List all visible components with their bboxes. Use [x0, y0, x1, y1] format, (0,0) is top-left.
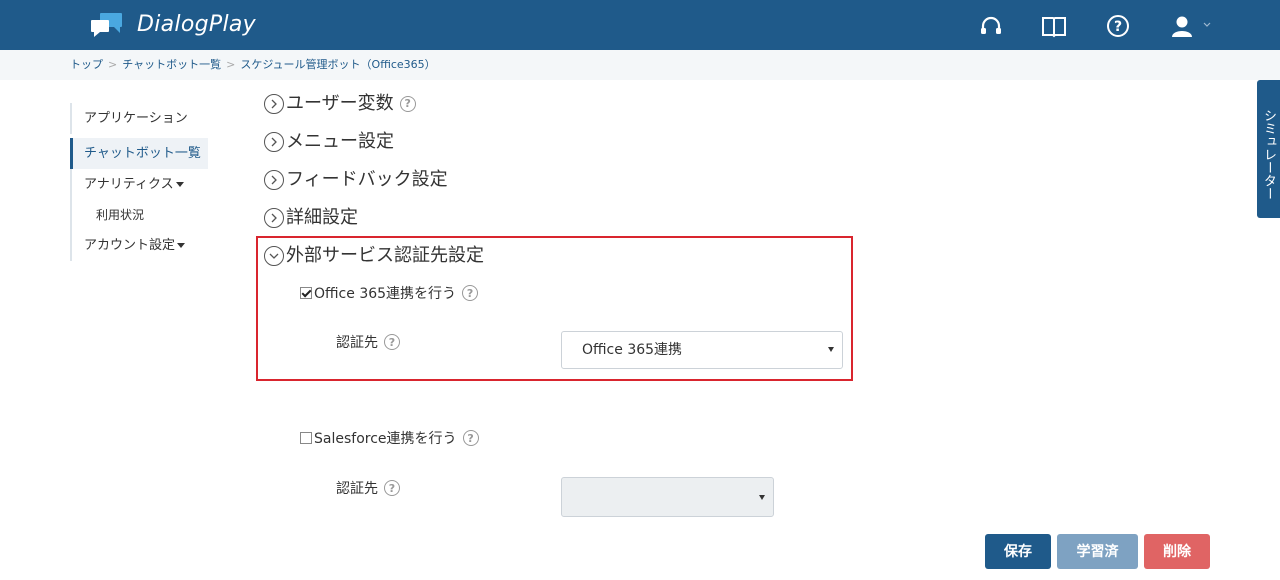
chevron-down-icon: [264, 246, 284, 266]
help-icon[interactable]: ?: [399, 96, 416, 112]
chevron-right-icon: [264, 208, 284, 228]
sidebar: アプリケーション チャットボット一覧 アナリティクス 利用状況 アカウント設定: [70, 100, 210, 261]
help-icon[interactable]: ?: [384, 480, 400, 496]
sidebar-item-usage[interactable]: 利用状況: [70, 200, 210, 230]
office365-checkbox-label[interactable]: Office 365連携を行う: [314, 283, 456, 303]
section-details[interactable]: 詳細設定: [264, 206, 358, 230]
chevron-right-icon: [264, 132, 284, 152]
breadcrumb-chatbots[interactable]: チャットボット一覧: [122, 58, 221, 71]
office365-auth-label-row: 認証先 ?: [336, 332, 400, 352]
save-button[interactable]: 保存: [985, 534, 1051, 569]
breadcrumb-top[interactable]: トップ: [70, 58, 103, 71]
salesforce-checkbox-label[interactable]: Salesforce連携を行う: [314, 428, 457, 448]
section-user-vars[interactable]: ユーザー変数 ?: [264, 92, 416, 116]
caret-down-icon: [759, 495, 765, 500]
section-feedback[interactable]: フィードバック設定: [264, 168, 448, 192]
book-icon[interactable]: [1041, 13, 1067, 39]
salesforce-checkbox-row: Salesforce連携を行う ?: [300, 428, 479, 448]
section-menu[interactable]: メニュー設定: [264, 130, 394, 154]
office365-auth-select[interactable]: Office 365連携: [561, 331, 843, 369]
breadcrumb-separator: >: [108, 58, 118, 71]
breadcrumb-current[interactable]: スケジュール管理ボット（Office365）: [240, 58, 435, 71]
salesforce-auth-label-row: 認証先 ?: [336, 478, 400, 498]
salesforce-checkbox[interactable]: [300, 432, 312, 444]
app-header: DialogPlay ?: [0, 0, 1280, 50]
sidebar-item-chatbots[interactable]: チャットボット一覧: [70, 138, 208, 169]
help-icon[interactable]: ?: [1105, 13, 1131, 39]
chevron-right-icon: [264, 170, 284, 190]
breadcrumb: トップ > チャットボット一覧 > スケジュール管理ボット（Office365）: [0, 50, 1280, 80]
help-icon[interactable]: ?: [462, 285, 479, 301]
chevron-right-icon: [264, 94, 284, 114]
breadcrumb-separator: >: [226, 58, 236, 71]
caret-down-icon: [175, 182, 184, 187]
office365-checkbox[interactable]: [300, 287, 312, 299]
logo-icon[interactable]: [90, 12, 124, 38]
help-icon[interactable]: ?: [384, 334, 400, 350]
sidebar-item-applications[interactable]: アプリケーション: [70, 103, 210, 134]
headset-icon[interactable]: [978, 13, 1004, 39]
delete-button[interactable]: 削除: [1144, 534, 1210, 569]
user-icon[interactable]: [1170, 13, 1214, 39]
caret-down-icon: [828, 347, 834, 352]
svg-text:?: ?: [1114, 19, 1122, 35]
section-external-auth[interactable]: 外部サービス認証先設定: [264, 244, 484, 268]
help-icon[interactable]: ?: [462, 430, 479, 446]
brand-name[interactable]: DialogPlay: [137, 12, 256, 37]
salesforce-auth-select[interactable]: [561, 477, 774, 517]
learned-button[interactable]: 学習済: [1057, 534, 1138, 569]
sidebar-item-account[interactable]: アカウント設定: [70, 230, 210, 261]
simulator-tab[interactable]: シミュレーター: [1257, 80, 1280, 218]
office365-checkbox-row: Office 365連携を行う ?: [300, 283, 479, 303]
caret-down-icon: [177, 243, 186, 248]
sidebar-item-analytics[interactable]: アナリティクス: [70, 169, 210, 200]
